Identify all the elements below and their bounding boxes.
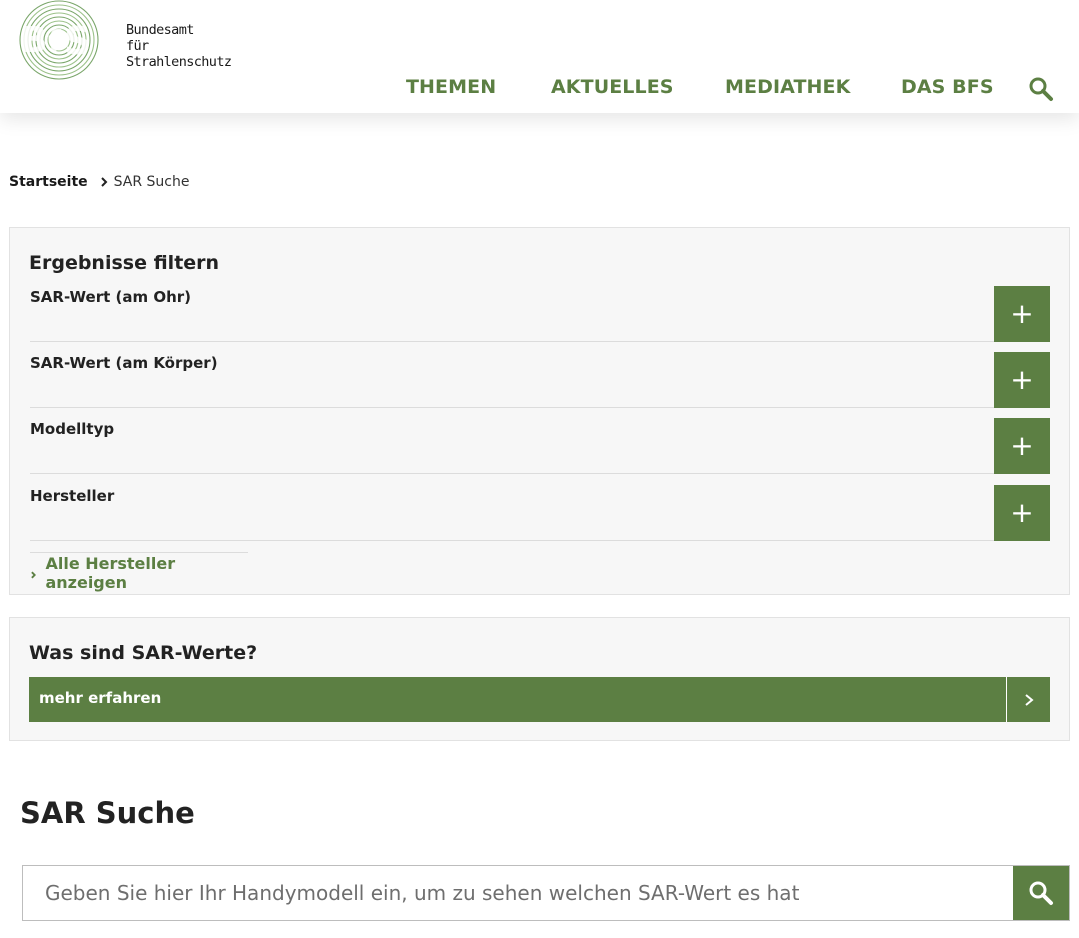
learn-more-label: mehr erfahren xyxy=(39,689,162,707)
logo-line-1: Bundesamt xyxy=(126,22,194,38)
expand-plus-icon[interactable]: + xyxy=(994,286,1050,342)
chevron-right-icon xyxy=(100,177,108,187)
search-submit-button[interactable] xyxy=(1013,866,1069,920)
bfs-logo-icon: B f S xyxy=(19,0,99,80)
expand-plus-icon[interactable]: + xyxy=(994,485,1050,541)
expand-plus-icon[interactable]: + xyxy=(994,418,1050,474)
svg-text:S: S xyxy=(64,19,91,63)
svg-text:B: B xyxy=(20,20,47,61)
filter-label: Modelltyp xyxy=(30,420,115,438)
learn-more-arrow[interactable] xyxy=(1006,677,1050,722)
logo-line-2: für Strahlenschutz xyxy=(126,38,232,70)
nav-aktuelles[interactable]: AKTUELLES xyxy=(551,76,674,98)
show-all-manufacturers-link[interactable]: Alle Hersteller anzeigen xyxy=(30,552,248,592)
search-icon xyxy=(1029,77,1053,101)
logo-text: Bundesamt für Strahlenschutz xyxy=(126,22,232,70)
filter-manufacturer[interactable]: Hersteller + xyxy=(30,485,1050,541)
search-form xyxy=(22,865,1070,921)
expand-plus-icon[interactable]: + xyxy=(994,352,1050,408)
filter-label: SAR-Wert (am Körper) xyxy=(30,354,218,372)
sar-info-panel: Was sind SAR-Werte? mehr erfahren xyxy=(9,617,1070,741)
show-all-manufacturers-label: Alle Hersteller anzeigen xyxy=(45,554,176,592)
site-header: B f S Bundesamt für Strahlenschutz THEME… xyxy=(0,0,1079,113)
filter-label: Hersteller xyxy=(30,487,115,505)
filter-model-type[interactable]: Modelltyp + xyxy=(30,418,1050,474)
filter-label: SAR-Wert (am Ohr) xyxy=(30,288,192,306)
bfs-logo[interactable]: B f S Bundesamt für Strahlenschutz xyxy=(18,0,232,82)
phone-model-search-input[interactable] xyxy=(23,866,1015,920)
breadcrumb: Startseite SAR Suche xyxy=(9,172,190,192)
nav-mediathek[interactable]: MEDIATHEK xyxy=(725,76,850,98)
learn-more-button[interactable]: mehr erfahren xyxy=(29,677,1050,722)
breadcrumb-current: SAR Suche xyxy=(113,174,190,190)
search-heading: SAR Suche xyxy=(20,796,195,830)
search-icon xyxy=(1029,881,1053,905)
chevron-right-icon xyxy=(1024,693,1034,706)
breadcrumb-home-link[interactable]: Startseite xyxy=(9,174,88,190)
header-search-button[interactable] xyxy=(1028,76,1056,104)
nav-das-bfs[interactable]: DAS BFS xyxy=(901,76,994,98)
filter-sar-body[interactable]: SAR-Wert (am Körper) + xyxy=(30,352,1050,408)
main-nav: THEMEN AKTUELLES MEDIATHEK DAS BFS xyxy=(0,76,1079,100)
filter-sar-ear[interactable]: SAR-Wert (am Ohr) + xyxy=(30,286,1050,342)
chevron-right-icon xyxy=(31,571,36,579)
nav-themen[interactable]: THEMEN xyxy=(406,76,496,98)
filter-title: Ergebnisse filtern xyxy=(29,252,220,274)
sar-info-title: Was sind SAR-Werte? xyxy=(29,642,258,664)
svg-text:f: f xyxy=(48,25,62,60)
filter-panel: Ergebnisse filtern SAR-Wert (am Ohr) + S… xyxy=(9,227,1070,595)
